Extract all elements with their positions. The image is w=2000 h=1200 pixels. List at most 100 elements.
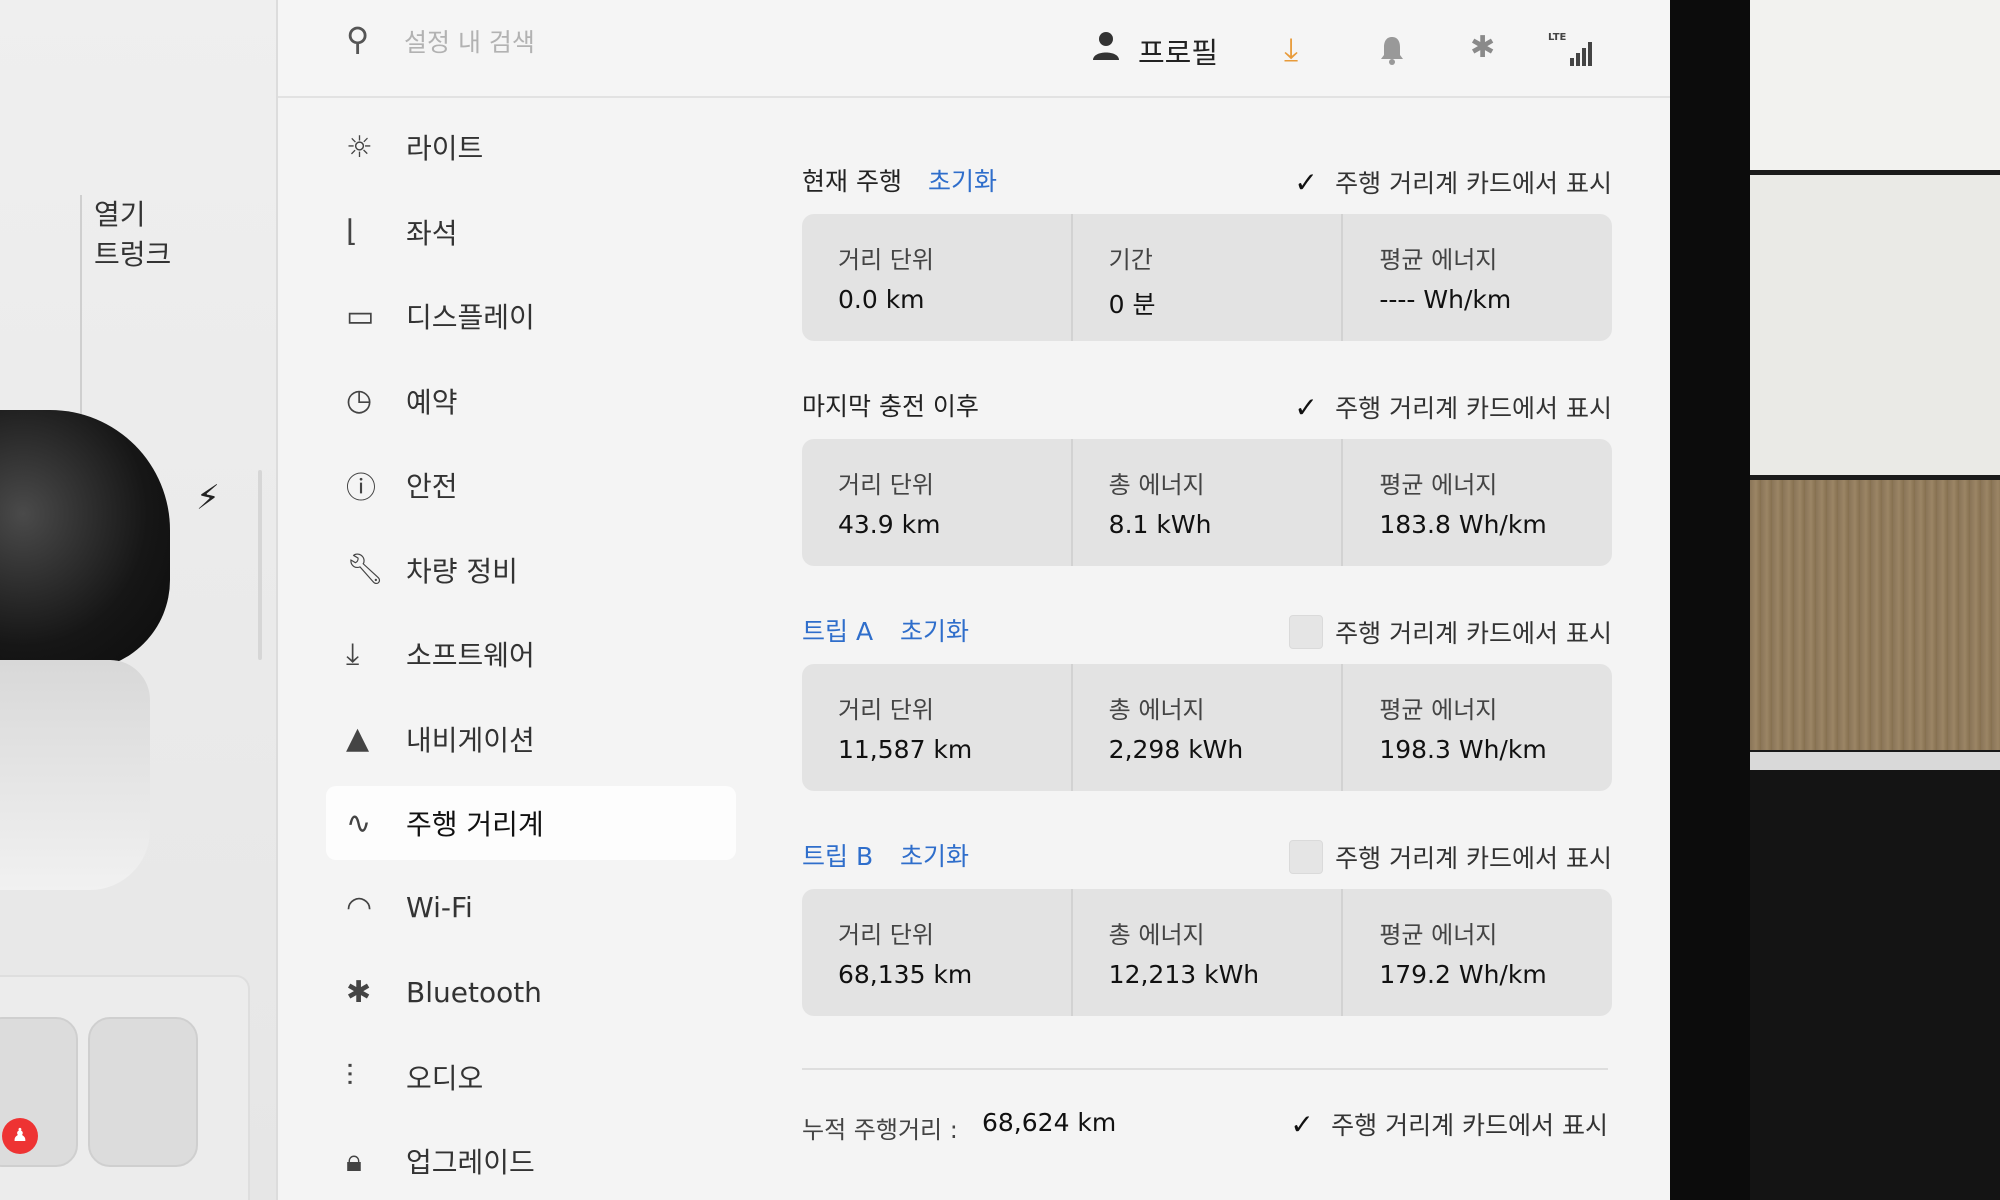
sidebar-item-label: 업그레이드 [406,1146,535,1179]
stat-value: 12,213 kWh [1108,960,1260,989]
section-title: 트립 A [802,617,874,646]
sidebar-item-software[interactable]: ⤓ 소프트웨어 [326,617,736,691]
lower-dash [1750,770,2000,1200]
checkbox-checked[interactable]: ✓ [1289,165,1323,199]
bell-icon[interactable] [1378,34,1406,66]
profile-icon[interactable] [1088,28,1124,64]
stat-value: 198.3 Wh/km [1379,735,1547,764]
sidebar-item-label: 소프트웨어 [406,639,535,672]
sidebar-item-label: 주행 거리계 [406,808,544,841]
checkbox-unchecked[interactable]: ✓ [1289,615,1324,649]
stat-label: 거리 단위 [838,246,934,274]
safety-icon: ⓘ [346,471,376,506]
stat-distance: 거리 단위 0.0 km [802,214,1073,341]
section-title: 마지막 충전 이후 [802,392,979,421]
search-input[interactable] [404,22,724,62]
stat-total-energy: 총 에너지 2,298 kWh [1073,664,1344,791]
sidebar-item-trips[interactable]: ∿ 주행 거리계 [326,786,736,860]
vehicle-pane: 열기 트렁크 ⚡ ♟ [0,0,278,1200]
sidebar-item-service[interactable]: 🔧︎ 차량 정비 [326,533,736,607]
light-icon: ☼ [346,129,373,165]
car-image [0,410,170,670]
trips-icon: ∿ [346,805,372,841]
section-title: 트립 B [802,842,874,871]
sidebar-item-label: Wi-Fi [406,891,473,924]
stat-value: 0 분 [1108,290,1156,319]
sidebar-item-navigation[interactable]: ▲ 내비게이션 [326,702,736,776]
trips-panel: 현재 주행 초기화 ✓ 주행 거리계 카드에서 표시 거리 단위 0.0 km … [802,150,1612,1144]
sidebar-item-label: 라이트 [406,132,484,165]
checkbox-label: 주행 거리계 카드에서 표시 [1331,1111,1608,1140]
lock-icon: 🔒︎ [346,1143,362,1179]
sidebar-item-label: 안전 [406,470,458,503]
profile-label[interactable]: 프로필 [1138,30,1218,72]
bluetooth-icon: ✱ [346,974,372,1010]
checkbox-checked[interactable]: ✓ [1289,390,1323,424]
stats-card: 거리 단위 0.0 km 기간 0 분 평균 에너지 ---- Wh/km [802,214,1612,341]
wifi-icon: ◠ [346,890,373,925]
show-on-card-toggle[interactable]: ✓ 주행 거리계 카드에서 표시 [1289,164,1612,200]
sidebar-item-label: 오디오 [406,1061,484,1095]
stat-value: ---- Wh/km [1379,285,1512,314]
stat-distance: 거리 단위 43.9 km [802,439,1073,566]
dashboard-area [1750,175,2000,475]
stat-label: 총 에너지 [1108,696,1205,724]
checkbox-unchecked[interactable]: ✓ [1289,840,1324,874]
pane-scrollbar [258,470,262,660]
checkbox-checked[interactable]: ✓ [1285,1107,1319,1141]
sidebar-item-upgrades[interactable]: 🔒︎ 업그레이드 [326,1124,736,1198]
show-on-card-toggle[interactable]: ✓ 주행 거리계 카드에서 표시 [1289,614,1612,650]
open-label: 열기 [94,198,146,231]
sidebar-item-label: 좌석 [406,216,458,250]
charge-port-icon[interactable]: ⚡ [196,478,220,518]
stat-label: 평균 에너지 [1379,246,1498,274]
stats-card: 거리 단위 43.9 km 총 에너지 8.1 kWh 평균 에너지 183.8… [802,439,1612,566]
stat-label: 총 에너지 [1108,921,1205,949]
show-on-card-toggle[interactable]: ✓ 주행 거리계 카드에서 표시 [1289,389,1612,425]
stat-avg-energy: 평균 에너지 183.8 Wh/km [1343,439,1612,566]
show-on-card-toggle[interactable]: ✓ 주행 거리계 카드에서 표시 [1285,1106,1608,1142]
sidebar-item-bluetooth[interactable]: ✱ Bluetooth [326,955,736,1029]
open-trunk-button[interactable]: 열기 트렁크 [80,195,230,415]
car-reflection [0,660,150,890]
sidebar-item-schedule[interactable]: ◷ 예약 [326,364,736,438]
seatbelt-alert-icon: ♟ [2,1118,38,1154]
wrench-icon: 🔧︎ [346,552,385,587]
sidebar-item-lights[interactable]: ☼ 라이트 [326,110,736,184]
sidebar-item-safety[interactable]: ⓘ 안전 [326,448,736,522]
wood-trim [1750,480,2000,750]
search-icon[interactable]: ⚲ [346,20,369,58]
stat-value: 68,135 km [838,960,973,989]
download-icon[interactable]: ⤓ [1284,30,1298,69]
trip-b-section: 트립 B 초기화 ✓ 주행 거리계 카드에서 표시 거리 단위 68,135 k… [802,825,1612,1050]
stat-value: 0.0 km [838,285,925,314]
checkbox-label: 주행 거리계 카드에서 표시 [1335,619,1612,648]
reset-button[interactable]: 초기화 [900,837,969,873]
odometer-row: 누적 주행거리 : 68,624 km ✓ 주행 거리계 카드에서 표시 [802,1098,1608,1158]
navigation-icon: ▲ [346,721,370,756]
reset-button[interactable]: 초기화 [900,612,969,648]
stat-avg-energy: 평균 에너지 179.2 Wh/km [1343,889,1612,1016]
checkbox-label: 주행 거리계 카드에서 표시 [1335,169,1612,198]
stat-avg-energy: 평균 에너지 ---- Wh/km [1343,214,1612,341]
trunk-label: 트렁크 [94,238,172,271]
stat-total-energy: 총 에너지 8.1 kWh [1073,439,1344,566]
top-bar: ⚲ 프로필 ⤓ ✱ LTE [278,0,1670,98]
stat-duration: 기간 0 분 [1073,214,1344,341]
lte-label: LTE [1548,32,1567,43]
download-icon: ⤓ [346,636,360,672]
seat-icon-right[interactable] [88,1017,198,1167]
bluetooth-icon[interactable]: ✱ [1470,30,1495,65]
audio-icon: ⫶ [346,1059,354,1094]
chrome-trim [1750,752,2000,770]
seat-icon: ⌊ [346,214,358,249]
seat-heater-panel[interactable] [0,975,250,1200]
sidebar-item-seats[interactable]: ⌊ 좌석 [326,195,736,269]
sidebar-item-audio[interactable]: ⫶ 오디오 [326,1040,736,1114]
sidebar-item-display[interactable]: ▭ 디스플레이 [326,279,736,353]
reset-button[interactable]: 초기화 [928,162,997,198]
sidebar-item-wifi[interactable]: ◠ Wi-Fi [326,871,736,945]
stat-label: 거리 단위 [838,921,934,949]
stat-distance: 거리 단위 11,587 km [802,664,1073,791]
show-on-card-toggle[interactable]: ✓ 주행 거리계 카드에서 표시 [1289,839,1612,875]
